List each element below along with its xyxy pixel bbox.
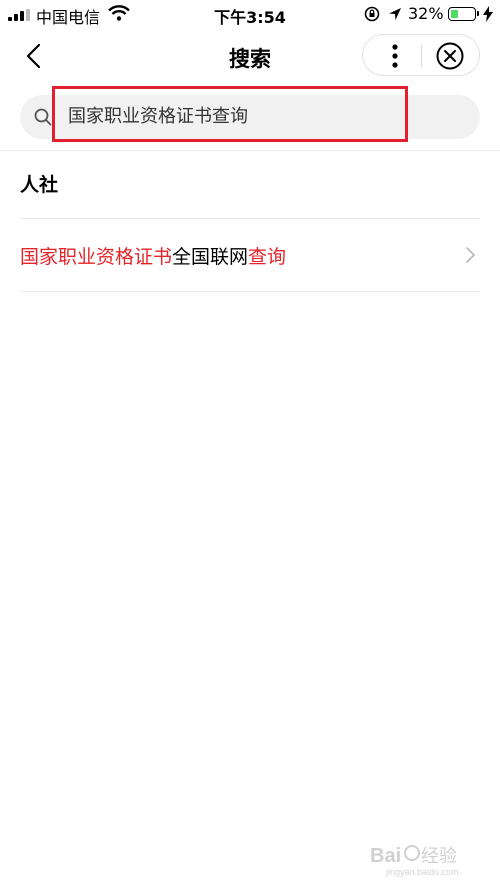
list-item[interactable]: 国家职业资格证书全国联网查询 [20, 232, 480, 278]
status-bar: 中国电信 下午3:54 32% [0, 0, 500, 28]
result-highlight: 查询 [248, 246, 287, 268]
close-icon[interactable] [435, 41, 465, 71]
rotation-lock-icon [364, 6, 380, 22]
divider [20, 291, 480, 292]
nav-bar: 搜索 [0, 28, 500, 84]
miniprogram-capsule [362, 34, 480, 76]
battery-percent: 32% [408, 4, 444, 23]
divider [0, 150, 500, 151]
annotation-box [52, 86, 408, 142]
result-highlight: 国家职业资格证书 [20, 246, 173, 268]
divider [20, 218, 480, 219]
capsule-divider [421, 45, 422, 67]
result-text: 全国联网 [172, 246, 249, 268]
location-icon [389, 8, 401, 20]
search-icon [34, 108, 52, 126]
baidu-watermark-logo: Bai 经验 jingyan.baidu.com [370, 845, 459, 877]
svg-text:jingyan.baidu.com: jingyan.baidu.com [385, 867, 459, 877]
result-title: 国家职业资格证书全国联网查询 [20, 242, 286, 269]
more-icon[interactable] [381, 42, 409, 70]
svg-text:Bai: Bai [370, 845, 401, 867]
charging-icon [483, 6, 493, 22]
chevron-right-icon [466, 247, 475, 263]
section-title: 人社 [20, 174, 59, 196]
battery-icon [448, 7, 479, 21]
svg-text:经验: 经验 [421, 846, 457, 867]
